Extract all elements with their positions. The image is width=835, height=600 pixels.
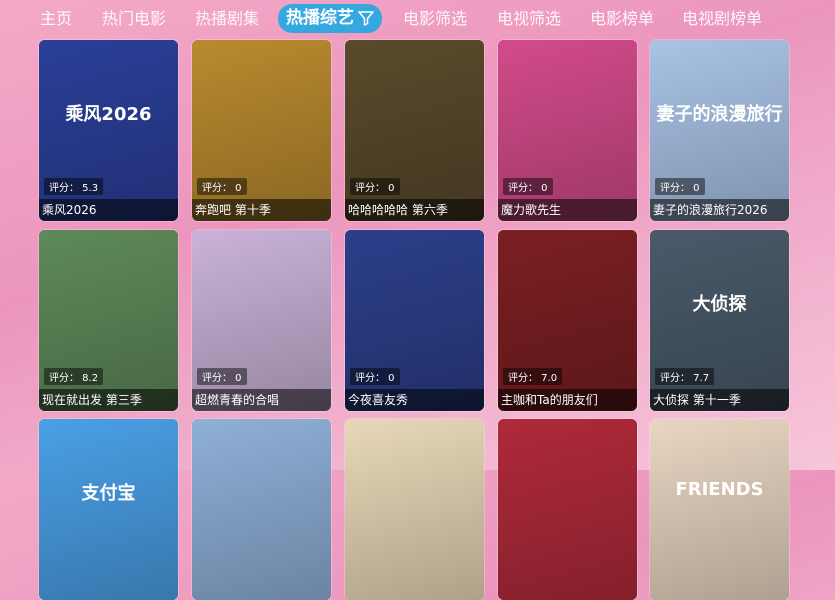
show-card[interactable]: 评分： 7.0 主咖和Ta的朋友们 [498,230,637,411]
show-title: 魔力歌先生 [498,199,637,221]
tab-label: 电影筛选 [403,9,468,28]
filter-funnel-icon[interactable] [358,7,374,36]
rating-badge: 评分： 8.2 [44,368,104,385]
tab-2[interactable]: 热播剧集 [195,6,259,32]
show-title: 今夜喜友秀 [345,389,484,411]
show-card[interactable] [345,419,484,600]
rating-badge: 评分： 0 [655,178,705,195]
poster-logo-text: 乘风2026 [65,104,152,125]
show-card[interactable]: 乘风2026 评分： 5.3 乘风2026 [39,40,178,221]
show-title: 妻子的浪漫旅行2026 [650,199,789,221]
rating-badge: 评分： 0 [350,178,400,195]
tab-3[interactable]: 热播综艺 [278,4,382,33]
tab-5[interactable]: 电视筛选 [497,6,561,32]
show-title: 大侦探 第十一季 [650,389,789,411]
poster-image [192,419,331,600]
rating-badge: 评分： 0 [197,178,247,195]
poster-image [498,419,637,600]
show-card[interactable]: 大侦探评分： 7.7 大侦探 第十一季 [650,230,789,411]
rating-badge: 评分： 0 [350,368,400,385]
tab-0[interactable]: 主页 [40,6,72,32]
rating-badge: 评分： 0 [197,368,247,385]
tab-label: 热播综艺 [286,8,354,28]
rating-badge: 评分： 7.7 [655,368,715,385]
show-title: 奔跑吧 第十季 [192,199,331,221]
show-title: 超燃青春的合唱 [192,389,331,411]
poster-logo-text: 支付宝 [81,483,136,504]
show-card[interactable]: 妻子的浪漫旅行评分： 0 妻子的浪漫旅行2026 [650,40,789,221]
rating-badge: 评分： 5.3 [44,178,104,195]
poster-logo-text: 妻子的浪漫旅行 [656,104,783,125]
tab-1[interactable]: 热门电影 [102,6,166,32]
show-card[interactable]: 评分： 0 奔跑吧 第十季 [192,40,331,221]
show-title: 哈哈哈哈哈 第六季 [345,199,484,221]
tab-4[interactable]: 电影筛选 [403,6,467,32]
show-card[interactable]: FRIENDS [650,419,789,600]
tab-label: 电视筛选 [497,9,562,28]
show-card[interactable]: 评分： 8.2 现在就出发 第三季 [39,230,178,411]
show-card[interactable]: 评分： 0 今夜喜友秀 [345,230,484,411]
tab-label: 电视剧榜单 [682,9,763,28]
poster-image [39,419,178,600]
show-title: 主咖和Ta的朋友们 [498,389,637,411]
tab-label: 电影榜单 [590,9,655,28]
show-title: 现在就出发 第三季 [39,389,178,411]
rating-badge: 评分： 0 [503,178,553,195]
show-card[interactable] [192,419,331,600]
rating-badge: 评分： 7.0 [503,368,563,385]
show-card[interactable]: 评分： 0 哈哈哈哈哈 第六季 [345,40,484,221]
poster-logo-text: FRIENDS [675,479,764,500]
tab-label: 热播剧集 [195,9,260,28]
show-card[interactable]: 支付宝 [39,419,178,600]
show-card[interactable]: 评分： 0 超燃青春的合唱 [192,230,331,411]
show-card[interactable]: 评分： 0 魔力歌先生 [498,40,637,221]
top-nav: 主页 热门电影 热播剧集 热播综艺 电影筛选 电视筛选 电影榜单 电视剧榜单 [0,0,835,38]
poster-image [650,419,789,600]
show-title: 乘风2026 [39,199,178,221]
tab-7[interactable]: 电视剧榜单 [682,6,762,32]
show-card[interactable] [498,419,637,600]
tab-label: 热门电影 [102,9,167,28]
tab-label: 主页 [40,9,73,28]
poster-logo-text: 大侦探 [692,294,747,315]
tab-6[interactable]: 电影榜单 [590,6,654,32]
poster-image [345,419,484,600]
